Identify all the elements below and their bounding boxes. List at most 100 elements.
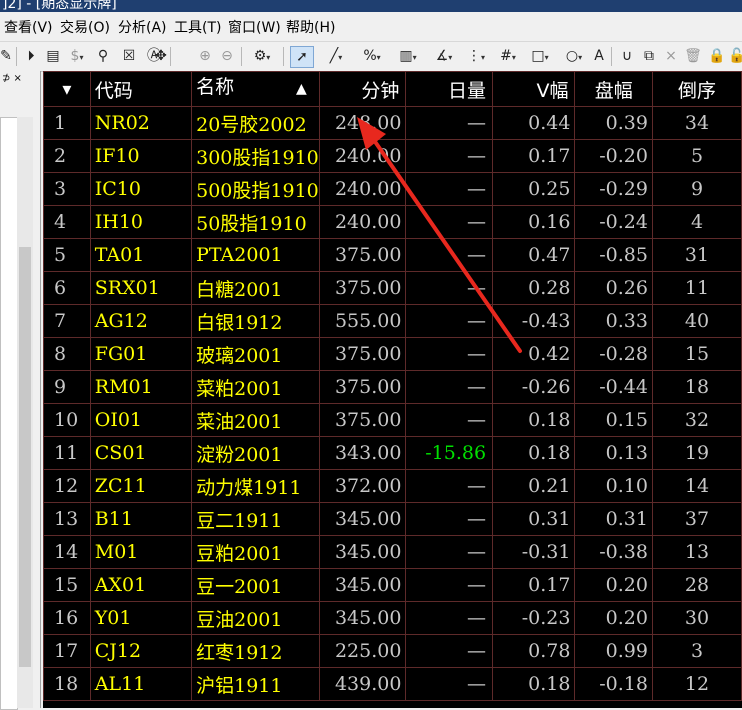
row-volume: — xyxy=(405,304,494,338)
row-reverse: 14 xyxy=(651,469,742,503)
grid-tool-icon[interactable]: #▾ xyxy=(494,46,522,66)
row-v-amplitude: 0.44 xyxy=(492,106,576,140)
table-row[interactable]: 9 RM01 菜粕2001 375.00— -0.26 -0.44 18 xyxy=(43,370,742,404)
row-v-amplitude: 0.42 xyxy=(492,337,576,371)
row-code: CS01 xyxy=(89,436,193,470)
table-row[interactable]: 17 CJ12 红枣1912 225.00—0.78 0.99 3 xyxy=(43,634,742,668)
row-v-amplitude: -0.26 xyxy=(492,370,576,404)
table-row[interactable]: 16 Y01 豆油2001 345.00— -0.23 0.20 30 xyxy=(43,601,742,635)
header-p-amplitude[interactable]: 盘幅 xyxy=(574,71,653,107)
row-minute: 375.00 xyxy=(318,238,407,272)
row-reverse: 3 xyxy=(651,634,742,668)
header-reverse[interactable]: 倒序 xyxy=(651,71,742,107)
table-row[interactable]: 10 OI01 菜油2001 375.00—0.18 0.15 32 xyxy=(43,403,742,437)
row-v-amplitude: 0.18 xyxy=(492,436,576,470)
table-row[interactable]: 8 FG01 玻璃2001 375.00—0.42 -0.28 15 xyxy=(43,337,742,371)
move-icon[interactable]: ✥ xyxy=(152,46,170,66)
row-volume: — xyxy=(405,601,494,635)
row-code: NR02 xyxy=(89,106,193,140)
row-index: 5 xyxy=(43,238,91,272)
row-reverse: 31 xyxy=(651,238,742,272)
menu-help[interactable]: 帮助(H) xyxy=(286,17,335,37)
pencil-icon[interactable]: ✎ xyxy=(0,46,12,66)
pin-close-icon[interactable]: ⊅ × xyxy=(2,73,42,91)
zoom-in-icon[interactable]: ⊕ xyxy=(196,46,214,66)
rectangle-tool-icon[interactable]: □▾ xyxy=(526,46,554,66)
menu-tools[interactable]: 工具(T) xyxy=(174,17,221,37)
play-icon[interactable]: ⏵ xyxy=(22,46,40,66)
header-volume[interactable]: 日量 xyxy=(405,71,494,107)
trash-icon[interactable]: 🗑 xyxy=(684,46,702,66)
row-v-amplitude: 0.25 xyxy=(492,172,576,206)
table-row[interactable]: 4 IH10 50股指1910 240.00—0.16 -0.24 4 xyxy=(43,205,742,239)
row-index: 1 xyxy=(43,106,91,140)
row-index: 4 xyxy=(43,205,91,239)
gear-icon[interactable]: ⚙▾ xyxy=(247,46,277,66)
table-row[interactable]: 5 TA01 PTA2001 375.00—0.47 -0.85 31 xyxy=(43,238,742,272)
angle-tool-icon[interactable]: ∡▾ xyxy=(430,46,458,66)
scrollbar-thumb[interactable] xyxy=(19,247,31,667)
row-p-amplitude: 0.39 xyxy=(574,106,653,140)
magnet-icon[interactable]: ∪ xyxy=(618,46,636,66)
row-volume: — xyxy=(405,667,494,701)
menu-window[interactable]: 窗口(W) xyxy=(228,17,281,37)
table-row[interactable]: 2 IF10 300股指1910 240.00—0.17 -0.20 5 xyxy=(43,139,742,173)
column-menu-button[interactable]: ▾ xyxy=(43,71,91,107)
table-row[interactable]: 6 SRX01 白糖2001 375.00—0.28 0.26 11 xyxy=(43,271,742,305)
table-row[interactable]: 7 AG12 白银1912 555.00— -0.43 0.33 40 xyxy=(43,304,742,338)
row-v-amplitude: -0.43 xyxy=(492,304,576,338)
row-name: 菜油2001 xyxy=(191,403,320,437)
window-title: ]2] - [期态显示牌] xyxy=(2,0,117,12)
text-tool-icon[interactable]: A xyxy=(592,46,606,66)
dotted-tool-icon[interactable]: ⋮▾ xyxy=(464,46,488,66)
row-code: OI01 xyxy=(89,403,193,437)
left-panel-scrollbar[interactable] xyxy=(17,117,33,708)
row-p-amplitude: -0.24 xyxy=(574,205,653,239)
ellipse-tool-icon[interactable]: ○▾ xyxy=(560,46,588,66)
row-p-amplitude: -0.85 xyxy=(574,238,653,272)
header-minute[interactable]: 分钟 xyxy=(318,71,407,107)
row-v-amplitude: 0.18 xyxy=(492,403,576,437)
row-p-amplitude: 0.20 xyxy=(574,601,653,635)
row-reverse: 34 xyxy=(651,106,742,140)
header-code[interactable]: 代码 xyxy=(89,71,193,107)
table-row[interactable]: 13 B11 豆二1911 345.00—0.31 0.31 37 xyxy=(43,502,742,536)
row-minute: 372.00 xyxy=(318,469,407,503)
row-volume: — xyxy=(405,337,494,371)
table-row[interactable]: 14 M01 豆粕2001 345.00— -0.31 -0.38 13 xyxy=(43,535,742,569)
row-reverse: 30 xyxy=(651,601,742,635)
line-tool-icon[interactable]: ╱▾ xyxy=(322,46,350,66)
table-row[interactable]: 3 IC10 500股指1910 240.00—0.25 -0.29 9 xyxy=(43,172,742,206)
table-row[interactable]: 11 CS01 淀粉2001 343.00 -15.86 0.18 0.13 19 xyxy=(43,436,742,470)
lock-open-icon[interactable]: 🔓 xyxy=(728,46,742,66)
table-row[interactable]: 18 AL11 沪铝1911 439.00—0.18 -0.18 12 xyxy=(43,667,742,701)
document-icon[interactable]: ▤ xyxy=(44,46,62,66)
row-index: 9 xyxy=(43,370,91,404)
row-reverse: 18 xyxy=(651,370,742,404)
row-v-amplitude: -0.23 xyxy=(492,601,576,635)
menu-view[interactable]: 查看(V) xyxy=(4,17,53,37)
row-code: M01 xyxy=(89,535,193,569)
menu-trade[interactable]: 交易(O) xyxy=(60,17,110,37)
menu-analysis[interactable]: 分析(A) xyxy=(118,17,167,37)
copy-icon[interactable]: ⧉ xyxy=(640,46,658,66)
filter-icon[interactable]: ⚲ xyxy=(92,46,114,66)
lock-icon[interactable]: 🔒 xyxy=(708,46,725,66)
percent-tool-icon[interactable]: %▾ xyxy=(358,46,386,66)
row-name: 沪铝1911 xyxy=(191,667,320,701)
chart-n-icon[interactable]: ☒ xyxy=(118,46,140,66)
row-name: 豆粕2001 xyxy=(191,535,320,569)
ruler-tool-icon[interactable]: ▥▾ xyxy=(394,46,422,66)
table-row[interactable]: 12 ZC11 动力煤1911 372.00—0.21 0.10 14 xyxy=(43,469,742,503)
dollar-icon[interactable]: $▾ xyxy=(66,46,88,66)
header-v-amplitude[interactable]: V幅 xyxy=(492,71,576,107)
header-name[interactable]: 名称 ▲ xyxy=(191,71,320,107)
row-minute: 345.00 xyxy=(318,502,407,536)
row-index: 12 xyxy=(43,469,91,503)
zoom-out-icon[interactable]: ⊖ xyxy=(218,46,236,66)
cursor-icon[interactable]: ➚ xyxy=(290,46,314,68)
close-icon[interactable]: × xyxy=(662,46,680,66)
table-row[interactable]: 15 AX01 豆一2001 345.00—0.17 0.20 28 xyxy=(43,568,742,602)
row-p-amplitude: -0.18 xyxy=(574,667,653,701)
table-row[interactable]: 1 NR02 20号胶2002 248.00—0.44 0.39 34 xyxy=(43,106,742,140)
